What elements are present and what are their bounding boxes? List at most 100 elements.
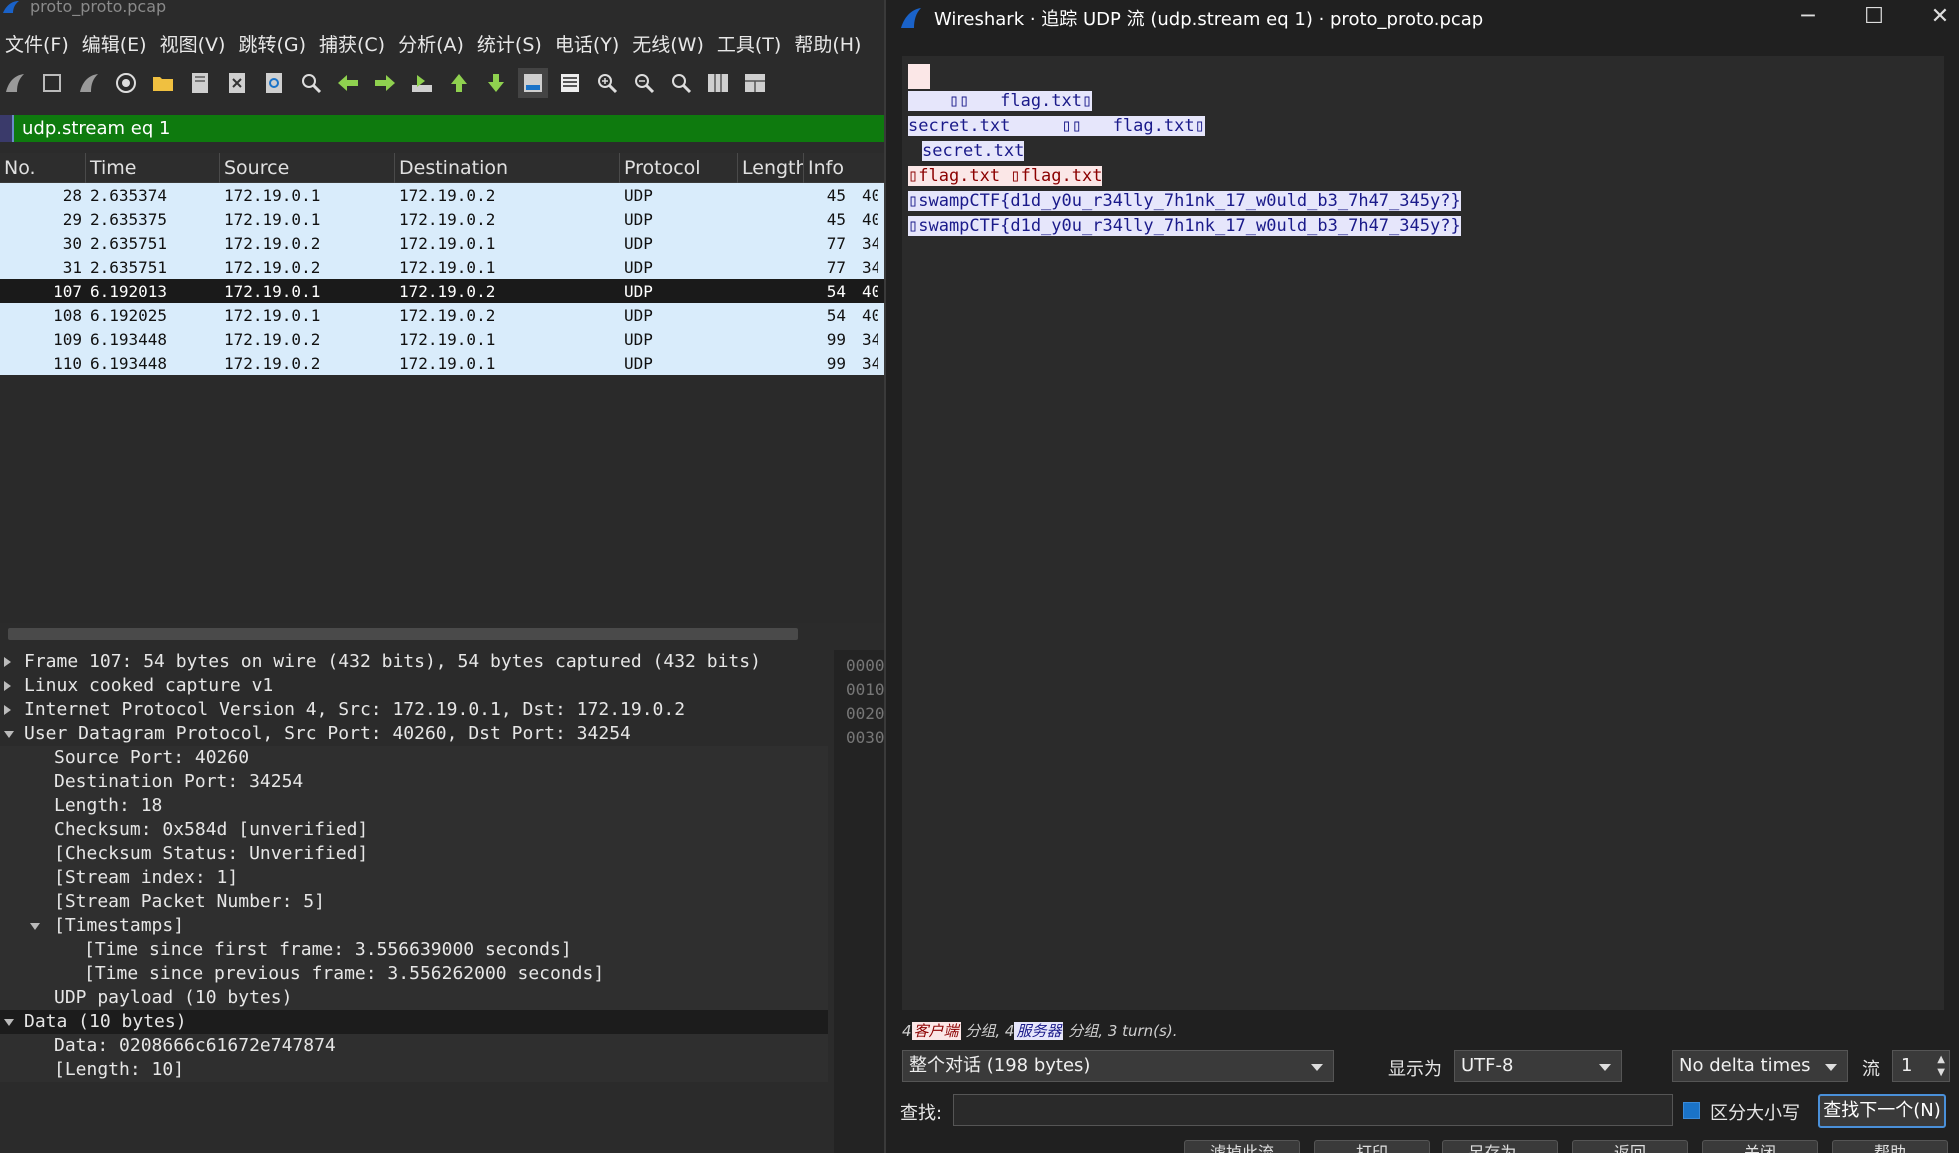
packets-word: 分组, [965,1022,1001,1040]
encoding-select[interactable]: UTF-8 [1454,1050,1622,1082]
table-row[interactable]: 108 6.192025 172.19.0.1 172.19.0.2 UDP 54 4026… [0,303,884,327]
colorize-icon[interactable] [555,68,585,98]
column-destination[interactable]: Destination [395,152,620,183]
cell-src: 172.19.0.2 [224,257,321,277]
go-last-icon[interactable] [481,68,511,98]
back-button[interactable]: 返回 [1572,1140,1688,1153]
table-row[interactable]: 109 6.193448 172.19.0.2 172.19.0.1 UDP 99 3425… [0,327,884,351]
go-back-icon[interactable] [333,68,363,98]
tree-time-previous-frame[interactable]: [Time since previous frame: 3.556262000 … [0,962,828,986]
find-packet-icon[interactable] [296,68,326,98]
help-button[interactable]: 帮助 [1832,1140,1948,1153]
tree-data[interactable]: Data (10 bytes) [0,1010,828,1034]
menu-analyze[interactable]: 分析(A) [393,30,472,57]
column-length[interactable]: Length [738,152,804,183]
reload-file-icon[interactable] [259,68,289,98]
table-row[interactable]: 30 2.635751 172.19.0.2 172.19.0.1 UDP 77 34254… [0,231,884,255]
stream-number-spinner[interactable]: 1 ▲ ▼ [1892,1050,1950,1082]
column-info[interactable]: Info [804,153,884,183]
menu-help[interactable]: 帮助(H) [789,30,869,57]
tree-destination-port[interactable]: Destination Port: 34254 [0,770,828,794]
resize-columns-icon[interactable] [703,68,733,98]
stop-capture-icon[interactable] [37,68,67,98]
packet-list-scrollbar[interactable] [0,624,884,642]
menu-go[interactable]: 跳转(G) [233,30,314,57]
column-no[interactable]: No. [0,152,86,183]
menu-edit[interactable]: 编辑(E) [77,30,155,57]
tree-frame[interactable]: Frame 107: 54 bytes on wire (432 bits), … [0,650,828,674]
hex-offset: 0030 [846,728,884,747]
tree-timestamps[interactable]: [Timestamps] [0,914,828,938]
go-to-packet-icon[interactable] [407,68,437,98]
tree-stream-packet-number[interactable]: [Stream Packet Number: 5] [0,890,828,914]
open-file-icon[interactable] [148,68,178,98]
stream-content[interactable]: ▯▯ flag.txt▯ secret.txt ▯▯ flag.txt▯ sec… [902,56,1944,1010]
stream-line: ▯swampCTF{d1d_y0u_r34lly_7h1nk_17_w0uld_… [902,189,1944,214]
tree-data-length[interactable]: [Length: 10] [0,1058,828,1082]
find-next-button[interactable]: 查找下一个(N) [1818,1094,1946,1128]
cell-src: 172.19.0.2 [224,353,321,373]
capture-options-icon[interactable] [111,68,141,98]
column-protocol[interactable]: Protocol [620,152,738,183]
menu-wireless[interactable]: 无线(W) [627,30,712,57]
conversation-select[interactable]: 整个对话 (198 bytes) [902,1050,1334,1082]
print-button[interactable]: 打印 [1314,1140,1430,1153]
zoom-out-icon[interactable] [629,68,659,98]
cell-time: 2.635751 [90,233,168,253]
close-icon[interactable]: ✕ [1920,4,1959,30]
table-row[interactable]: 31 2.635751 172.19.0.2 172.19.0.1 UDP 77 34254… [0,255,884,279]
cell-info: 34254 → [862,353,878,373]
cell-dst: 172.19.0.2 [399,185,496,205]
save-as-button[interactable]: 另存为... [1442,1140,1558,1153]
table-row[interactable]: 29 2.635375 172.19.0.1 172.19.0.2 UDP 45 40260… [0,207,884,231]
layout-icon[interactable] [740,68,770,98]
menu-file[interactable]: 文件(F) [0,30,77,57]
table-row[interactable]: 107 6.192013 172.19.0.1 172.19.0.2 UDP 54 4026… [0,279,884,303]
autoscroll-icon[interactable] [518,68,548,98]
close-file-icon[interactable] [222,68,252,98]
restart-capture-icon[interactable] [74,68,104,98]
tree-data-value[interactable]: Data: 0208666c61672e747874 [0,1034,828,1058]
menu-capture[interactable]: 捕获(C) [314,30,393,57]
maximize-icon[interactable]: ☐ [1854,4,1894,30]
server-data: ▯swampCTF{d1d_y0u_r34lly_7h1nk_17_w0uld_… [908,191,1461,211]
cell-proto: UDP [624,281,653,301]
spinner-arrows-icon[interactable]: ▲ ▼ [1937,1053,1945,1079]
table-row[interactable]: 110 6.193448 172.19.0.2 172.19.0.1 UDP 99 3425… [0,351,884,375]
case-sensitive-checkbox[interactable] [1683,1102,1700,1119]
normal-size-icon[interactable] [666,68,696,98]
menu-view[interactable]: 视图(V) [155,30,234,57]
display-filter-input[interactable] [22,115,884,142]
tree-udp[interactable]: User Datagram Protocol, Src Port: 40260,… [0,722,828,746]
tree-udp-payload[interactable]: UDP payload (10 bytes) [0,986,828,1010]
column-source[interactable]: Source [220,152,395,183]
tree-time-first-frame[interactable]: [Time since first frame: 3.556639000 sec… [0,938,828,962]
go-first-icon[interactable] [444,68,474,98]
tree-source-port[interactable]: Source Port: 40260 [0,746,828,770]
table-row[interactable]: 28 2.635374 172.19.0.1 172.19.0.2 UDP 45 40260… [0,183,884,207]
menu-tools[interactable]: 工具(T) [712,30,789,57]
tree-checksum[interactable]: Checksum: 0x584d [unverified] [0,818,828,842]
filter-out-stream-button[interactable]: 滤掉此流 [1184,1140,1300,1153]
menu-telephony[interactable]: 电话(Y) [550,30,627,57]
delta-times-select[interactable]: No delta times [1672,1050,1848,1082]
tree-checksum-status[interactable]: [Checksum Status: Unverified] [0,842,828,866]
start-capture-icon[interactable] [0,68,30,98]
tree-stream-index[interactable]: [Stream index: 1] [0,866,828,890]
tree-ipv4[interactable]: Internet Protocol Version 4, Src: 172.19… [0,698,828,722]
go-forward-icon[interactable] [370,68,400,98]
close-button[interactable]: 关闭 [1702,1140,1818,1153]
zoom-in-icon[interactable] [592,68,622,98]
stream-line: ▯swampCTF{d1d_y0u_r34lly_7h1nk_17_w0uld_… [902,214,1944,239]
column-time[interactable]: Time [86,152,220,183]
cell-info: 34254 → [862,329,878,349]
tree-length[interactable]: Length: 18 [0,794,828,818]
tree-linux-cooked[interactable]: Linux cooked capture v1 [0,674,828,698]
scrollbar-thumb[interactable] [8,628,798,640]
find-input[interactable] [953,1094,1673,1126]
menu-statistics[interactable]: 统计(S) [472,30,550,57]
minimize-icon[interactable]: ─ [1788,4,1828,30]
save-file-icon[interactable] [185,68,215,98]
bookmark-icon[interactable] [0,115,14,142]
packets-word: 分组, [1068,1022,1104,1040]
